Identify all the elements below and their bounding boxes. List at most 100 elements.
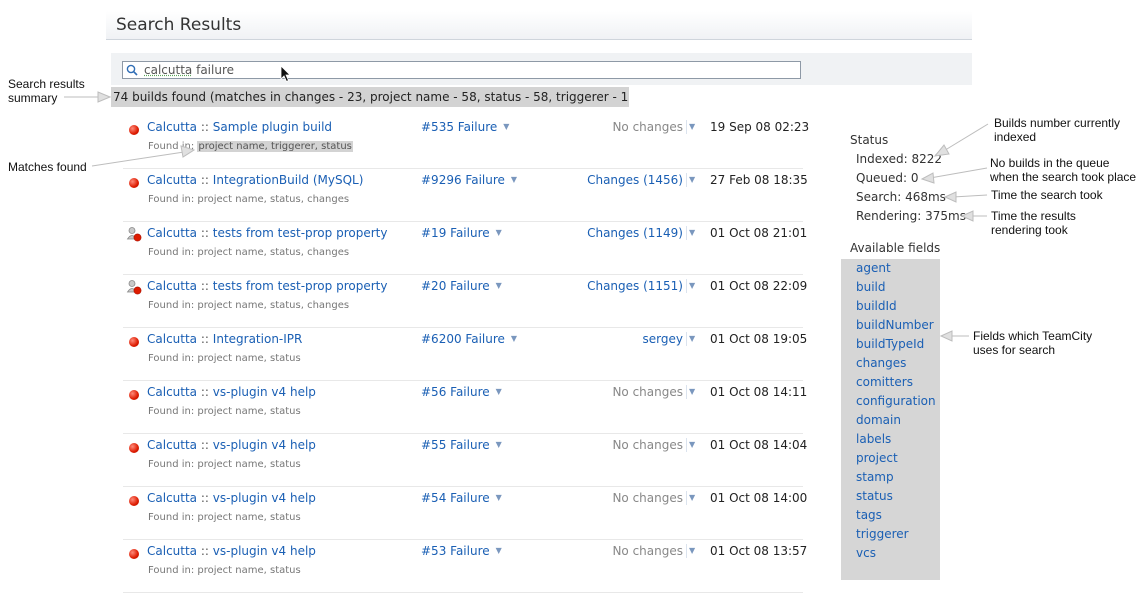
changes-link: No changes <box>612 385 683 399</box>
found-in-fields: project name, status, changes <box>197 194 350 205</box>
changes-link[interactable]: Changes (1151) <box>587 279 683 293</box>
chevron-down-icon[interactable]: ▼ <box>686 226 698 240</box>
found-in-label: Found in: <box>148 406 195 417</box>
chevron-down-icon[interactable]: ▼ <box>686 491 698 505</box>
chevron-down-icon[interactable]: ▼ <box>496 493 506 502</box>
build-config-link[interactable]: vs-plugin v4 help <box>213 544 316 558</box>
arrow-line <box>929 167 988 179</box>
found-in-label: Found in: <box>148 300 195 311</box>
field-link-agent[interactable]: agent <box>856 261 891 275</box>
build-config-link[interactable]: Integration-IPR <box>213 332 303 346</box>
build-date: 01 Oct 08 21:01 <box>710 226 808 240</box>
build-config-link[interactable]: IntegrationBuild (MySQL) <box>213 173 364 187</box>
chevron-down-icon[interactable]: ▼ <box>686 120 698 134</box>
field-link-domain[interactable]: domain <box>856 413 901 427</box>
build-number-link[interactable]: #9296 Failure ▼ <box>421 173 521 187</box>
chevron-down-icon[interactable]: ▼ <box>686 279 698 293</box>
found-in-fields: project name, status <box>197 459 301 470</box>
field-link-buildid[interactable]: buildId <box>856 299 897 313</box>
status-queued: Queued: 0 <box>856 171 919 185</box>
found-in-label: Found in: <box>148 459 195 470</box>
chevron-down-icon[interactable]: ▼ <box>686 332 698 346</box>
field-link-triggerer[interactable]: triggerer <box>856 527 909 541</box>
build-config-link[interactable]: vs-plugin v4 help <box>213 385 316 399</box>
project-link[interactable]: Calcutta <box>147 491 197 505</box>
build-number-text: #6200 Failure <box>421 332 505 346</box>
screenshot-root: Search Results calcutta failure 74 build… <box>0 0 1148 594</box>
annotation-fields: Fields which TeamCity uses for search <box>973 329 1092 357</box>
project-separator: :: <box>200 226 209 240</box>
project-separator: :: <box>200 173 209 187</box>
chevron-down-icon[interactable]: ▼ <box>496 228 506 237</box>
project-link[interactable]: Calcutta <box>147 385 197 399</box>
build-number-text: #9296 Failure <box>421 173 505 187</box>
build-name: Calcutta :: vs-plugin v4 help <box>147 544 316 558</box>
changes-link[interactable]: Changes (1149) <box>587 226 683 240</box>
build-config-link[interactable]: vs-plugin v4 help <box>213 438 316 452</box>
build-number-text: #19 Failure <box>421 226 490 240</box>
project-link[interactable]: Calcutta <box>147 226 197 240</box>
build-date: 01 Oct 08 14:04 <box>710 438 808 452</box>
field-link-status[interactable]: status <box>856 489 893 503</box>
build-row: Calcutta :: Integration-IPR #6200 Failure… <box>123 328 807 381</box>
build-row: Calcutta :: tests from test-prop propert… <box>123 275 807 328</box>
build-number-link[interactable]: #19 Failure ▼ <box>421 226 506 240</box>
field-link-stamp[interactable]: stamp <box>856 470 894 484</box>
build-date: 01 Oct 08 13:57 <box>710 544 808 558</box>
chevron-down-icon[interactable]: ▼ <box>496 440 506 449</box>
project-link[interactable]: Calcutta <box>147 332 197 346</box>
chevron-down-icon[interactable]: ▼ <box>511 334 521 343</box>
field-link-changes[interactable]: changes <box>856 356 906 370</box>
project-separator: :: <box>200 544 209 558</box>
build-config-link[interactable]: tests from test-prop property <box>213 226 388 240</box>
chevron-down-icon[interactable]: ▼ <box>686 385 698 399</box>
field-link-comitters[interactable]: comitters <box>856 375 913 389</box>
chevron-down-icon[interactable]: ▼ <box>496 546 506 555</box>
build-number-link[interactable]: #20 Failure ▼ <box>421 279 506 293</box>
found-in-label: Found in: <box>148 565 195 576</box>
build-config-link[interactable]: tests from test-prop property <box>213 279 388 293</box>
chevron-down-icon[interactable]: ▼ <box>686 544 698 558</box>
build-config-link[interactable]: vs-plugin v4 help <box>213 491 316 505</box>
build-number-link[interactable]: #535 Failure ▼ <box>421 120 513 134</box>
field-link-buildtypeid[interactable]: buildTypeId <box>856 337 924 351</box>
build-number-link[interactable]: #6200 Failure ▼ <box>421 332 521 346</box>
build-number-link[interactable]: #55 Failure ▼ <box>421 438 506 452</box>
search-input[interactable]: calcutta failure <box>122 61 801 79</box>
changes-link[interactable]: Changes (1456) <box>587 173 683 187</box>
person-error-icon <box>126 227 142 242</box>
build-date: 01 Oct 08 14:11 <box>710 385 808 399</box>
person-error-icon <box>126 280 142 295</box>
field-link-labels[interactable]: labels <box>856 432 891 446</box>
annotation-line: indexed <box>994 130 1037 144</box>
project-link[interactable]: Calcutta <box>147 173 197 187</box>
annotation-rendering-time: Time the results rendering took <box>991 209 1076 237</box>
build-number-text: #20 Failure <box>421 279 490 293</box>
project-link[interactable]: Calcutta <box>147 544 197 558</box>
project-link[interactable]: Calcutta <box>147 279 197 293</box>
field-link-build[interactable]: build <box>856 280 886 294</box>
chevron-down-icon[interactable]: ▼ <box>511 175 521 184</box>
field-link-buildnumber[interactable]: buildNumber <box>856 318 934 332</box>
field-link-project[interactable]: project <box>856 451 898 465</box>
field-link-configuration[interactable]: configuration <box>856 394 936 408</box>
project-link[interactable]: Calcutta <box>147 120 197 134</box>
changes-link: No changes <box>612 120 683 134</box>
build-number-link[interactable]: #56 Failure ▼ <box>421 385 506 399</box>
build-number-link[interactable]: #54 Failure ▼ <box>421 491 506 505</box>
annotation-line: when the search took place <box>990 170 1137 184</box>
chevron-down-icon[interactable]: ▼ <box>496 281 506 290</box>
build-config-link[interactable]: Sample plugin build <box>213 120 332 134</box>
failure-status-icon <box>129 125 139 135</box>
chevron-down-icon[interactable]: ▼ <box>503 122 513 131</box>
annotation-matches-found: Matches found <box>8 160 87 174</box>
field-link-vcs[interactable]: vcs <box>856 546 876 560</box>
chevron-down-icon[interactable]: ▼ <box>686 173 698 187</box>
found-in-fields: project name, status, changes <box>197 247 350 258</box>
build-number-link[interactable]: #53 Failure ▼ <box>421 544 506 558</box>
field-link-tags[interactable]: tags <box>856 508 882 522</box>
chevron-down-icon[interactable]: ▼ <box>496 387 506 396</box>
chevron-down-icon[interactable]: ▼ <box>686 438 698 452</box>
project-link[interactable]: Calcutta <box>147 438 197 452</box>
changes-link[interactable]: sergey <box>643 332 683 346</box>
